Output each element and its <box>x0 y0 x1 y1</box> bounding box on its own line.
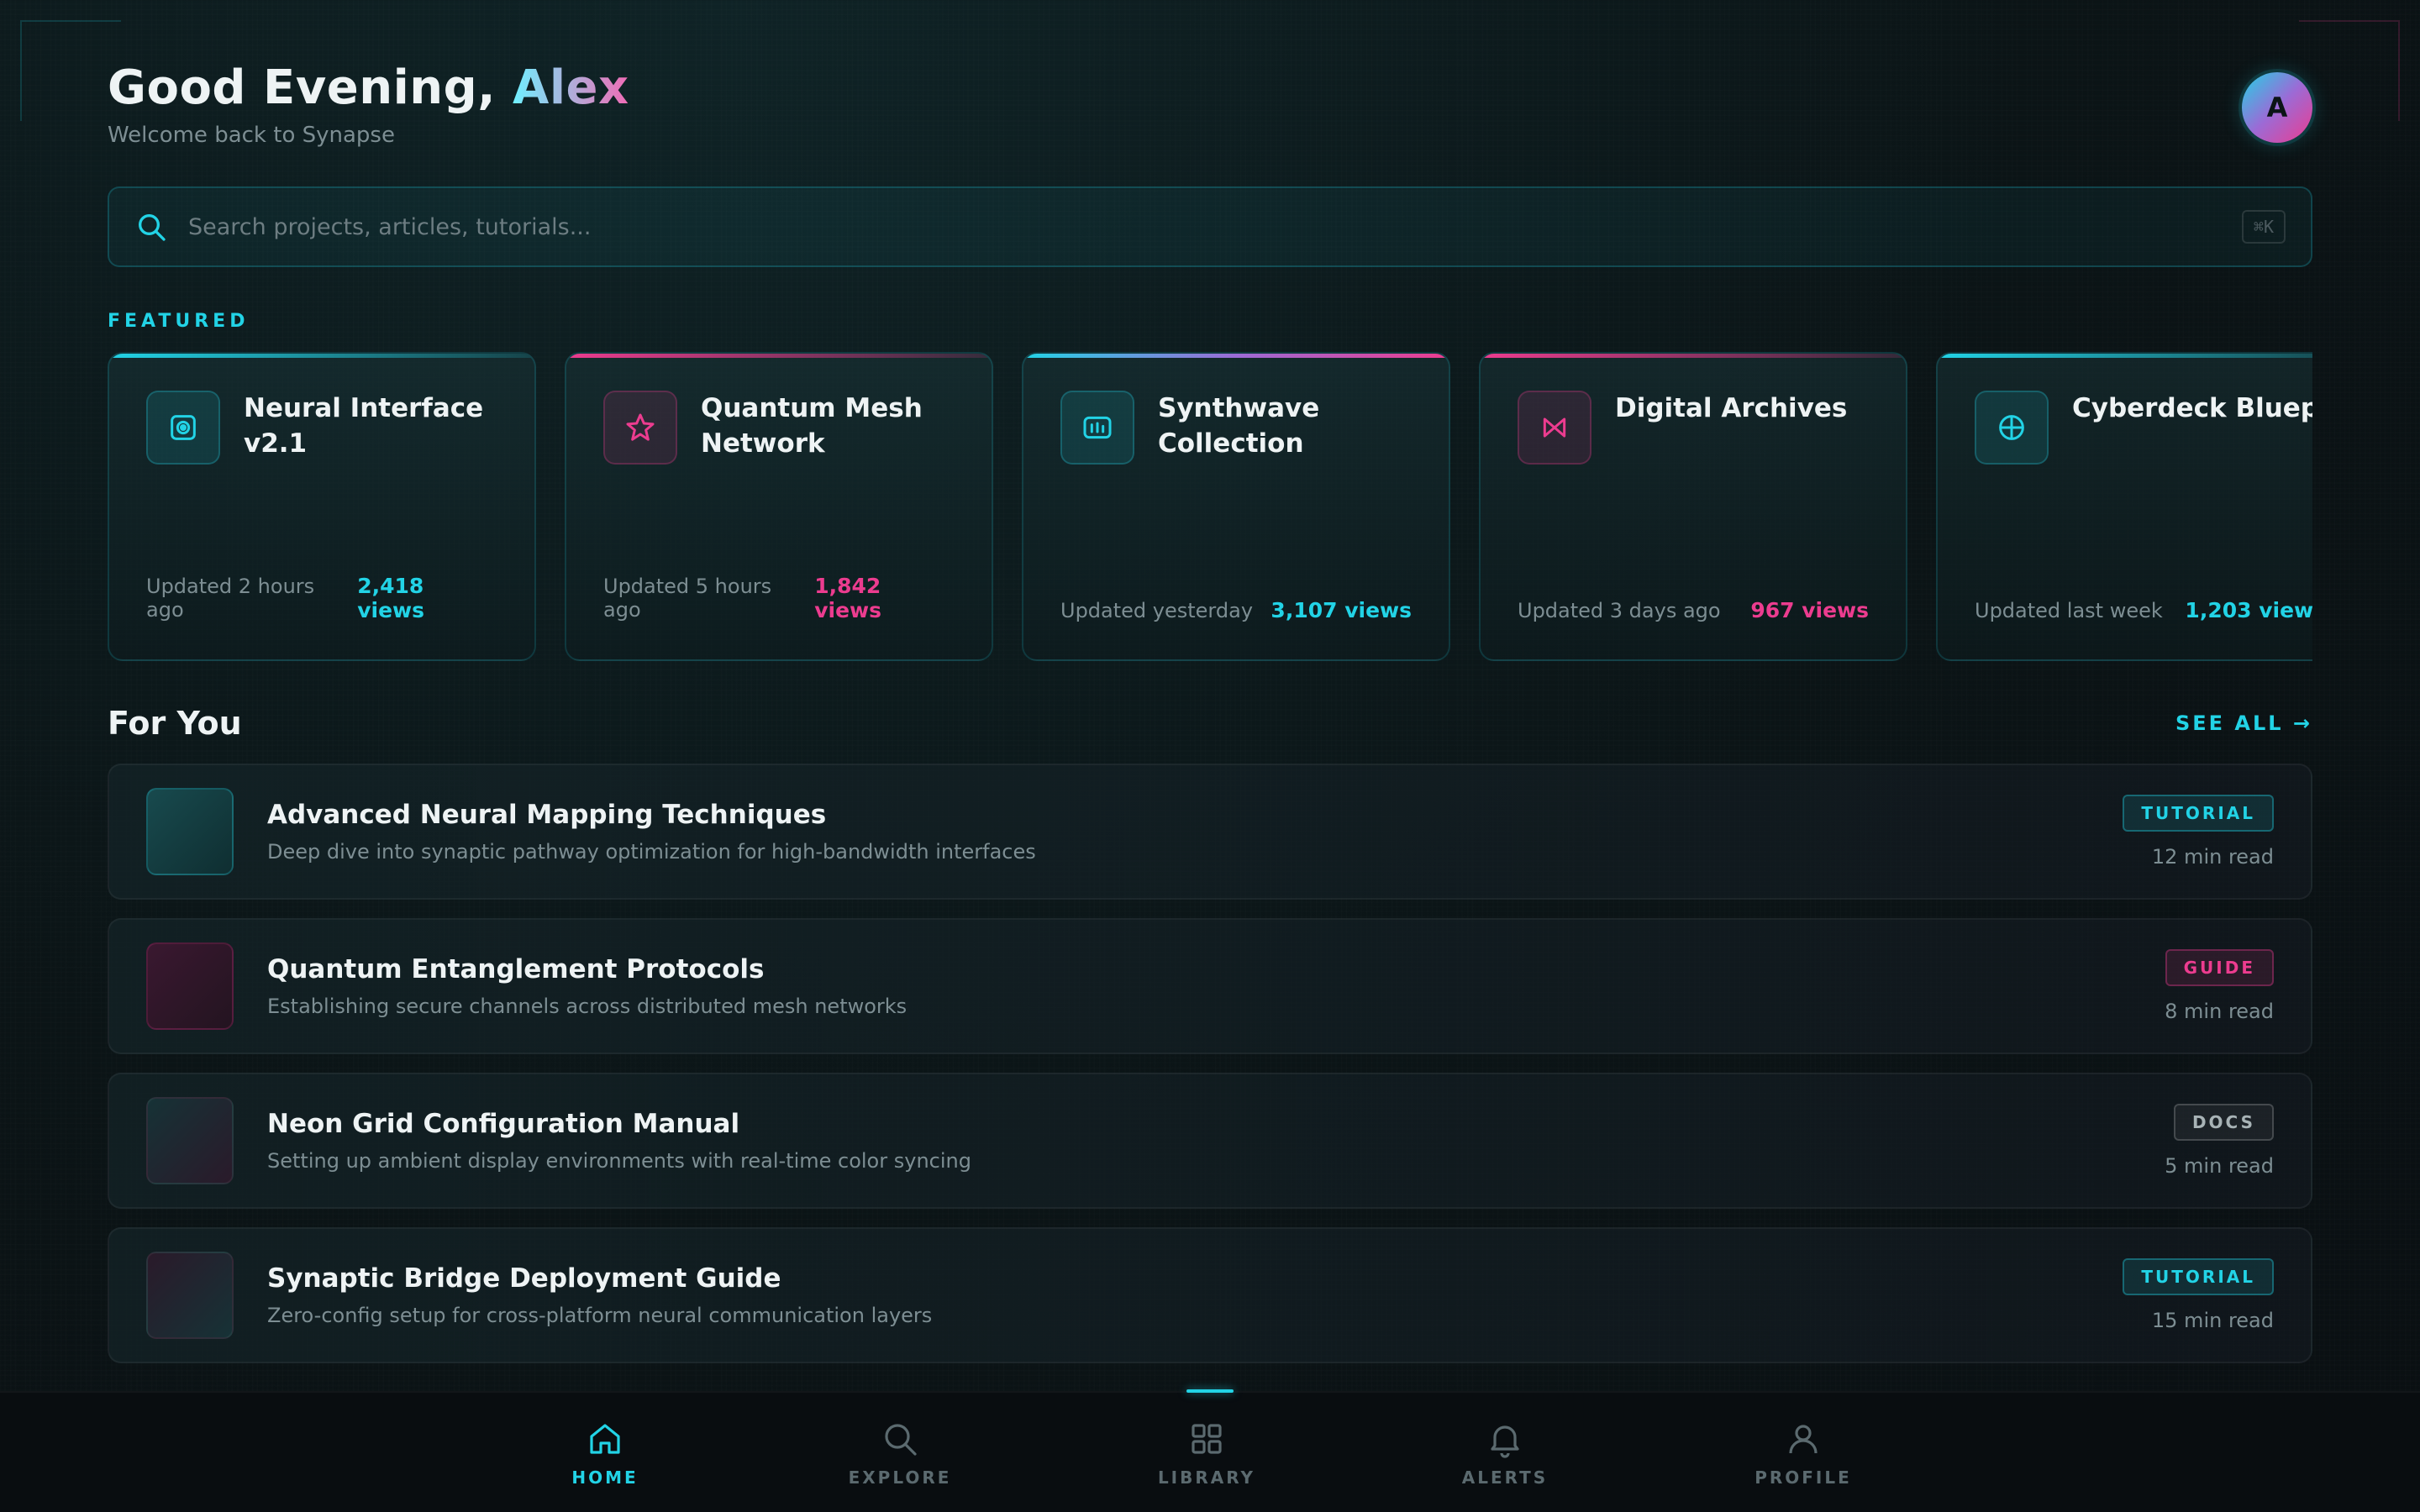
nav-alerts[interactable]: ALERTS <box>1429 1393 1581 1512</box>
star-icon <box>603 391 677 465</box>
featured-card-updated: Updated last week <box>1975 599 2163 622</box>
read-time: 12 min read <box>2151 845 2274 869</box>
card-accent-bar <box>566 354 992 358</box>
featured-card-updated: Updated 5 hours ago <box>603 575 772 622</box>
item-title: Neon Grid Configuration Manual <box>267 1109 740 1139</box>
featured-card-synthwave[interactable]: Synthwave Collection Updated yesterday 3… <box>1022 352 1450 661</box>
featured-card-views: 2,418 views <box>357 574 425 622</box>
featured-card-views: 3,107 views <box>1270 598 1412 622</box>
see-all-link[interactable]: SEE ALL → <box>2175 711 2312 735</box>
read-time: 5 min read <box>2165 1154 2274 1178</box>
featured-card-updated: Updated yesterday <box>1060 599 1254 622</box>
bell-icon <box>1491 1425 1519 1458</box>
nav-home[interactable]: HOME <box>529 1393 681 1512</box>
target-icon <box>146 391 220 465</box>
featured-card-digital-archives[interactable]: Digital Archives Updated 3 days ago 967 … <box>1479 352 1907 661</box>
list-item[interactable]: Neon Grid Configuration Manual Setting u… <box>108 1073 2312 1209</box>
search-bar[interactable]: ⌘K <box>108 186 2312 267</box>
list-item[interactable]: Advanced Neural Mapping Techniques Deep … <box>108 764 2312 900</box>
item-title: Advanced Neural Mapping Techniques <box>267 800 827 830</box>
item-thumbnail <box>146 1252 234 1339</box>
corner-decoration-right <box>2299 20 2400 121</box>
featured-card-views: 1,842 views <box>814 574 882 622</box>
nav-label: PROFILE <box>1754 1467 1852 1488</box>
featured-card-updated: Updated 2 hours ago <box>146 575 315 622</box>
nav-label: EXPLORE <box>848 1467 952 1488</box>
nav-label: ALERTS <box>1461 1467 1549 1488</box>
featured-card-title: Cyberdeck Blueprint <box>2072 393 2312 423</box>
featured-card-title: Synthwave Collection <box>1158 393 1320 459</box>
featured-carousel[interactable]: Neural Interface v2.1 Updated 2 hours ag… <box>108 352 2312 664</box>
featured-card-title: Digital Archives <box>1615 393 1848 423</box>
corner-decoration-left <box>20 20 121 121</box>
greeting-block: Good Evening, Alex Welcome back to Synap… <box>108 59 629 148</box>
read-time: 15 min read <box>2151 1309 2274 1332</box>
nav-profile[interactable]: PROFILE <box>1728 1393 1879 1512</box>
featured-card-views: 1,203 views <box>2185 598 2312 622</box>
card-accent-bar <box>109 354 534 358</box>
list-item[interactable]: Synaptic Bridge Deployment Guide Zero-co… <box>108 1227 2312 1363</box>
greeting-title: Good Evening, Alex <box>108 59 629 118</box>
header: Good Evening, Alex Welcome back to Synap… <box>108 59 2312 160</box>
bottom-nav: HOME EXPLORE LIBRARY ALERTS PROFILE <box>0 1389 2420 1512</box>
featured-card-title: Neural Interface v2.1 <box>244 393 484 459</box>
category-badge: DOCS <box>2173 1104 2274 1141</box>
item-thumbnail <box>146 1097 234 1184</box>
search-icon <box>885 1424 917 1456</box>
category-badge: TUTORIAL <box>2123 1258 2274 1295</box>
avatar[interactable]: A <box>2242 72 2312 143</box>
user-icon <box>1789 1425 1818 1454</box>
featured-card-neural-interface[interactable]: Neural Interface v2.1 Updated 2 hours ag… <box>108 352 536 661</box>
item-thumbnail <box>146 942 234 1030</box>
card-accent-bar <box>1938 354 2312 358</box>
main-content: Good Evening, Alex Welcome back to Synap… <box>108 59 2312 1363</box>
item-title: Quantum Entanglement Protocols <box>267 954 765 984</box>
user-name: Alex <box>513 60 629 115</box>
featured-label: FEATURED <box>108 311 250 332</box>
for-you-header: For You SEE ALL → <box>108 698 2312 748</box>
item-description: Setting up ambient display environments … <box>267 1149 971 1173</box>
search-shortcut-hint: ⌘K <box>2241 210 2286 244</box>
featured-card-views: 967 views <box>1750 598 1869 622</box>
grid-icon <box>1192 1424 1222 1454</box>
crosshair-icon <box>1975 391 2049 465</box>
for-you-list: Advanced Neural Mapping Techniques Deep … <box>108 764 2312 1363</box>
welcome-subtitle: Welcome back to Synapse <box>108 123 395 148</box>
category-badge: TUTORIAL <box>2123 795 2274 832</box>
search-input[interactable] <box>188 213 2242 240</box>
list-item[interactable]: Quantum Entanglement Protocols Establish… <box>108 918 2312 1054</box>
equalizer-icon <box>1060 391 1134 465</box>
card-accent-bar <box>1481 354 1906 358</box>
bowtie-icon <box>1518 391 1591 465</box>
nav-explore[interactable]: EXPLORE <box>824 1393 976 1512</box>
nav-label: LIBRARY <box>1157 1467 1256 1488</box>
home-icon <box>590 1424 620 1454</box>
read-time: 8 min read <box>2165 1000 2274 1023</box>
nav-library[interactable]: LIBRARY <box>1131 1393 1282 1512</box>
featured-card-cyberdeck[interactable]: Cyberdeck Blueprint Updated last week 1,… <box>1936 352 2312 661</box>
item-description: Deep dive into synaptic pathway optimiza… <box>267 840 1036 864</box>
item-description: Zero-config setup for cross-platform neu… <box>267 1304 933 1327</box>
for-you-title: For You <box>108 705 242 742</box>
featured-card-quantum-mesh[interactable]: Quantum Mesh Network Updated 5 hours ago… <box>565 352 993 661</box>
greeting-prefix: Good Evening, <box>108 60 513 115</box>
category-badge: GUIDE <box>2165 949 2274 986</box>
item-title: Synaptic Bridge Deployment Guide <box>267 1263 781 1294</box>
item-thumbnail <box>146 788 234 875</box>
nav-label: HOME <box>571 1467 639 1488</box>
item-description: Establishing secure channels across dist… <box>267 995 908 1018</box>
featured-card-title: Quantum Mesh Network <box>701 393 923 459</box>
card-accent-bar <box>1023 354 1449 358</box>
search-icon <box>139 214 166 241</box>
featured-card-updated: Updated 3 days ago <box>1518 599 1721 622</box>
